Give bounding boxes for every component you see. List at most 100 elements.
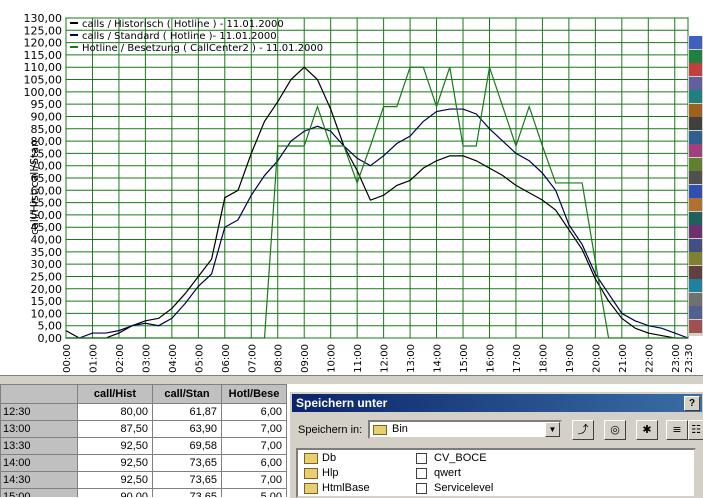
row-time-label: 12:30 <box>0 403 78 421</box>
desktop-icon: ◎ <box>610 423 620 436</box>
table-cell[interactable]: 87,50 <box>77 420 153 438</box>
chevron-down-icon[interactable]: ▼ <box>545 422 560 437</box>
toolbar-icon[interactable] <box>689 238 702 252</box>
y-tick-label: 35,00 <box>31 246 63 259</box>
table-row[interactable]: 14:00 92,50 73,65 6,00 <box>0 454 287 472</box>
x-tick-label: 16:00 <box>485 344 496 373</box>
toolbar-icon[interactable] <box>689 265 702 279</box>
row-time-label: 14:30 <box>0 471 78 489</box>
table-row[interactable]: 13:30 92,50 69,58 7,00 <box>0 437 287 455</box>
table-cell[interactable]: 61,87 <box>152 403 222 421</box>
x-tick-label: 05:00 <box>194 344 205 373</box>
toolbar-icon[interactable] <box>689 157 702 171</box>
toolbar-icon[interactable] <box>689 292 702 306</box>
details-view-icon: ☷ <box>691 423 701 436</box>
details-view-button[interactable]: ☷ <box>688 420 703 440</box>
x-tick-label: 04:00 <box>168 344 179 373</box>
dialog-title-bar[interactable]: Speichern unter ? <box>292 394 702 412</box>
table-row[interactable]: 14:30 92,50 73,65 7,00 <box>0 471 287 489</box>
toolbar-icon[interactable] <box>689 184 702 198</box>
data-table: call/Hist call/Stan Hotl/Bese 12:30 80,00… <box>0 384 290 497</box>
legend-label: calls / Standard ( Hotline )- 11.01.2000 <box>82 31 277 42</box>
save-as-dialog: Speichern unter ? Speichern in: Bin ▼ ⤴ … <box>289 391 703 498</box>
legend-label: calls / Historisch ( Hotline ) - 11.01.2… <box>82 19 284 30</box>
x-tick-label: 03:00 <box>141 344 152 373</box>
table-row[interactable]: 15:00 90,00 73,65 5,00 <box>0 488 287 497</box>
table-cell[interactable]: 92,50 <box>77 471 153 489</box>
table-cell[interactable]: 73,65 <box>152 471 222 489</box>
toolbar-icon[interactable] <box>689 63 702 76</box>
y-tick-label: 95,00 <box>31 98 63 111</box>
table-cell[interactable]: 73,65 <box>152 454 222 472</box>
help-button[interactable]: ? <box>684 396 700 411</box>
y-tick-label: 30,00 <box>31 258 63 271</box>
toolbar-icon[interactable] <box>689 103 702 117</box>
x-tick-label: 14:00 <box>433 344 444 373</box>
toolbar-icon[interactable] <box>689 211 702 225</box>
table-cell[interactable]: 69,58 <box>152 437 222 455</box>
file-name: HtmlBase <box>322 482 370 494</box>
y-tick-label: 90,00 <box>31 110 63 123</box>
y-tick-label: 5,00 <box>38 320 63 333</box>
table-header-call-stan[interactable]: call/Stan <box>152 384 222 404</box>
y-tick-label: 25,00 <box>31 270 63 283</box>
table-cell[interactable]: 5,00 <box>221 488 287 497</box>
desktop-button[interactable]: ◎ <box>604 420 626 440</box>
y-axis-label: call/Hist,call/Stan <box>28 140 41 235</box>
folder-icon <box>373 425 387 435</box>
list-view-button[interactable]: ≡ <box>666 420 688 440</box>
table-header-hotl-bese[interactable]: Hotl/Bese <box>221 384 287 404</box>
toolbar-icon[interactable] <box>689 319 702 333</box>
document-icon <box>416 483 427 494</box>
table-cell[interactable]: 63,90 <box>152 420 222 438</box>
table-cell[interactable]: 6,00 <box>221 403 287 421</box>
save-in-combo[interactable]: Bin ▼ <box>368 420 562 439</box>
table-cell[interactable]: 73,65 <box>152 488 222 497</box>
row-time-label: 13:00 <box>0 420 78 438</box>
x-tick-label: 07:00 <box>247 344 258 373</box>
table-cell[interactable]: 80,00 <box>77 403 153 421</box>
new-folder-button[interactable]: ✱ <box>636 420 658 440</box>
toolbar-icon[interactable] <box>689 225 702 238</box>
row-time-label: 13:30 <box>0 437 78 455</box>
x-tick-label: 20:00 <box>591 344 602 373</box>
toolbar-icon[interactable] <box>689 117 702 130</box>
table-row[interactable]: 12:30 80,00 61,87 6,00 <box>0 403 287 421</box>
pane-divider[interactable] <box>0 375 703 384</box>
x-tick-label: 10:00 <box>327 344 338 373</box>
up-folder-button[interactable]: ⤴ <box>572 420 594 440</box>
y-tick-label: 20,00 <box>31 283 63 296</box>
table-cell[interactable]: 90,00 <box>77 488 153 497</box>
toolbar-icon[interactable] <box>689 49 702 63</box>
toolbar-icon[interactable] <box>689 198 702 211</box>
toolbar-icon[interactable] <box>689 252 702 265</box>
table-cell[interactable]: 6,00 <box>221 454 287 472</box>
toolbar-icon[interactable] <box>689 171 702 184</box>
toolbar-icon[interactable] <box>689 306 702 319</box>
save-in-value: Bin <box>392 423 408 435</box>
table-cell[interactable]: 92,50 <box>77 454 153 472</box>
file-name: Db <box>322 452 337 464</box>
toolbar-icon[interactable] <box>689 76 702 90</box>
x-tick-label: 02:00 <box>115 344 126 373</box>
save-in-label: Speichern in: <box>298 424 363 436</box>
list-view-icon: ≡ <box>672 423 682 436</box>
y-tick-label: 105,00 <box>24 74 63 87</box>
y-tick-label: 120,00 <box>24 37 63 50</box>
toolbar-icon[interactable] <box>689 130 702 144</box>
toolbar-icon[interactable] <box>689 36 702 49</box>
toolbar-icon[interactable] <box>689 279 702 292</box>
table-cell[interactable]: 7,00 <box>221 437 287 455</box>
up-folder-icon: ⤴ <box>577 423 589 436</box>
table-cell[interactable]: 7,00 <box>221 420 287 438</box>
file-name: Servicelevel <box>434 482 494 494</box>
file-list[interactable]: Db Hlp HtmlBase CV_BOCE qwert Servicelevel <box>296 448 696 498</box>
table-header-call-hist[interactable]: call/Hist <box>77 384 153 404</box>
toolbar-icon[interactable] <box>689 90 702 103</box>
file-name: qwert <box>434 467 461 479</box>
table-row[interactable]: 13:00 87,50 63,90 7,00 <box>0 420 287 438</box>
toolbar-icon[interactable] <box>689 144 702 157</box>
y-tick-label: 0,00 <box>38 332 63 345</box>
table-cell[interactable]: 92,50 <box>77 437 153 455</box>
table-cell[interactable]: 7,00 <box>221 471 287 489</box>
